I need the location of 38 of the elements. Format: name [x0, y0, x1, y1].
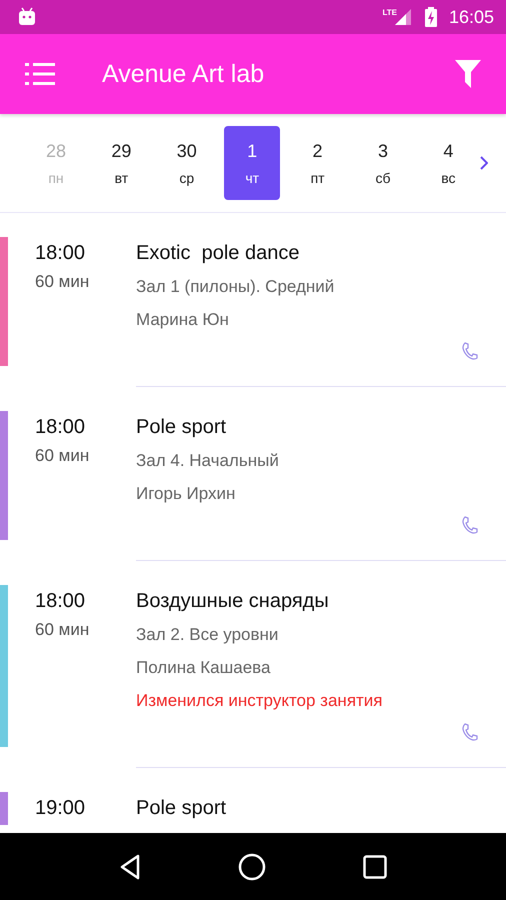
- day-tab[interactable]: 1 чт: [224, 126, 280, 200]
- recents-icon[interactable]: [363, 854, 388, 878]
- day-tab[interactable]: 29 вт: [93, 126, 150, 200]
- back-icon[interactable]: [118, 854, 141, 880]
- class-title: Pole sport: [136, 415, 228, 440]
- menu-icon[interactable]: [25, 63, 55, 85]
- class-time: 18:00: [35, 589, 86, 614]
- chevron-right-icon[interactable]: [480, 156, 488, 170]
- class-title: Pole sport: [136, 796, 228, 821]
- android-icon: [17, 7, 37, 27]
- network-label: LTE: [382, 8, 397, 17]
- class-title: Exotic pole dance: [136, 241, 300, 266]
- day-tab[interactable]: 4 вс: [420, 126, 476, 200]
- instructor-name: Марина Юн: [136, 309, 230, 331]
- battery-charging-icon: [424, 7, 437, 27]
- class-time: 19:00: [35, 796, 86, 821]
- class-hall: Зал 2. Все уровни: [136, 624, 280, 646]
- class-duration: 60 мин: [35, 619, 90, 641]
- class-time: 18:00: [35, 241, 86, 266]
- app-title: Avenue Art lab: [102, 60, 266, 88]
- class-time: 18:00: [35, 415, 86, 440]
- class-title: Воздушные снаряды: [136, 589, 330, 614]
- day-tab[interactable]: 2 пт: [290, 126, 346, 200]
- clock: 16:05: [448, 6, 494, 28]
- class-hall: Зал 4. Начальный: [136, 450, 280, 472]
- instructor-name: Полина Кашаева: [136, 657, 272, 679]
- warning-text: Изменился инструктор занятия: [136, 690, 384, 712]
- day-tab[interactable]: 3 сб: [354, 126, 411, 200]
- class-duration: 60 мин: [35, 445, 90, 467]
- class-duration: 60 мин: [35, 271, 90, 293]
- class-hall: Зал 1 (пилоны). Средний: [136, 276, 336, 298]
- filter-icon[interactable]: [455, 60, 481, 88]
- phone-icon[interactable]: [462, 723, 478, 741]
- phone-icon[interactable]: [462, 342, 478, 360]
- home-icon[interactable]: [238, 852, 266, 880]
- instructor-name: Игорь Ирхин: [136, 483, 236, 505]
- day-tab[interactable]: 30 ср: [158, 126, 215, 200]
- phone-icon[interactable]: [462, 516, 478, 534]
